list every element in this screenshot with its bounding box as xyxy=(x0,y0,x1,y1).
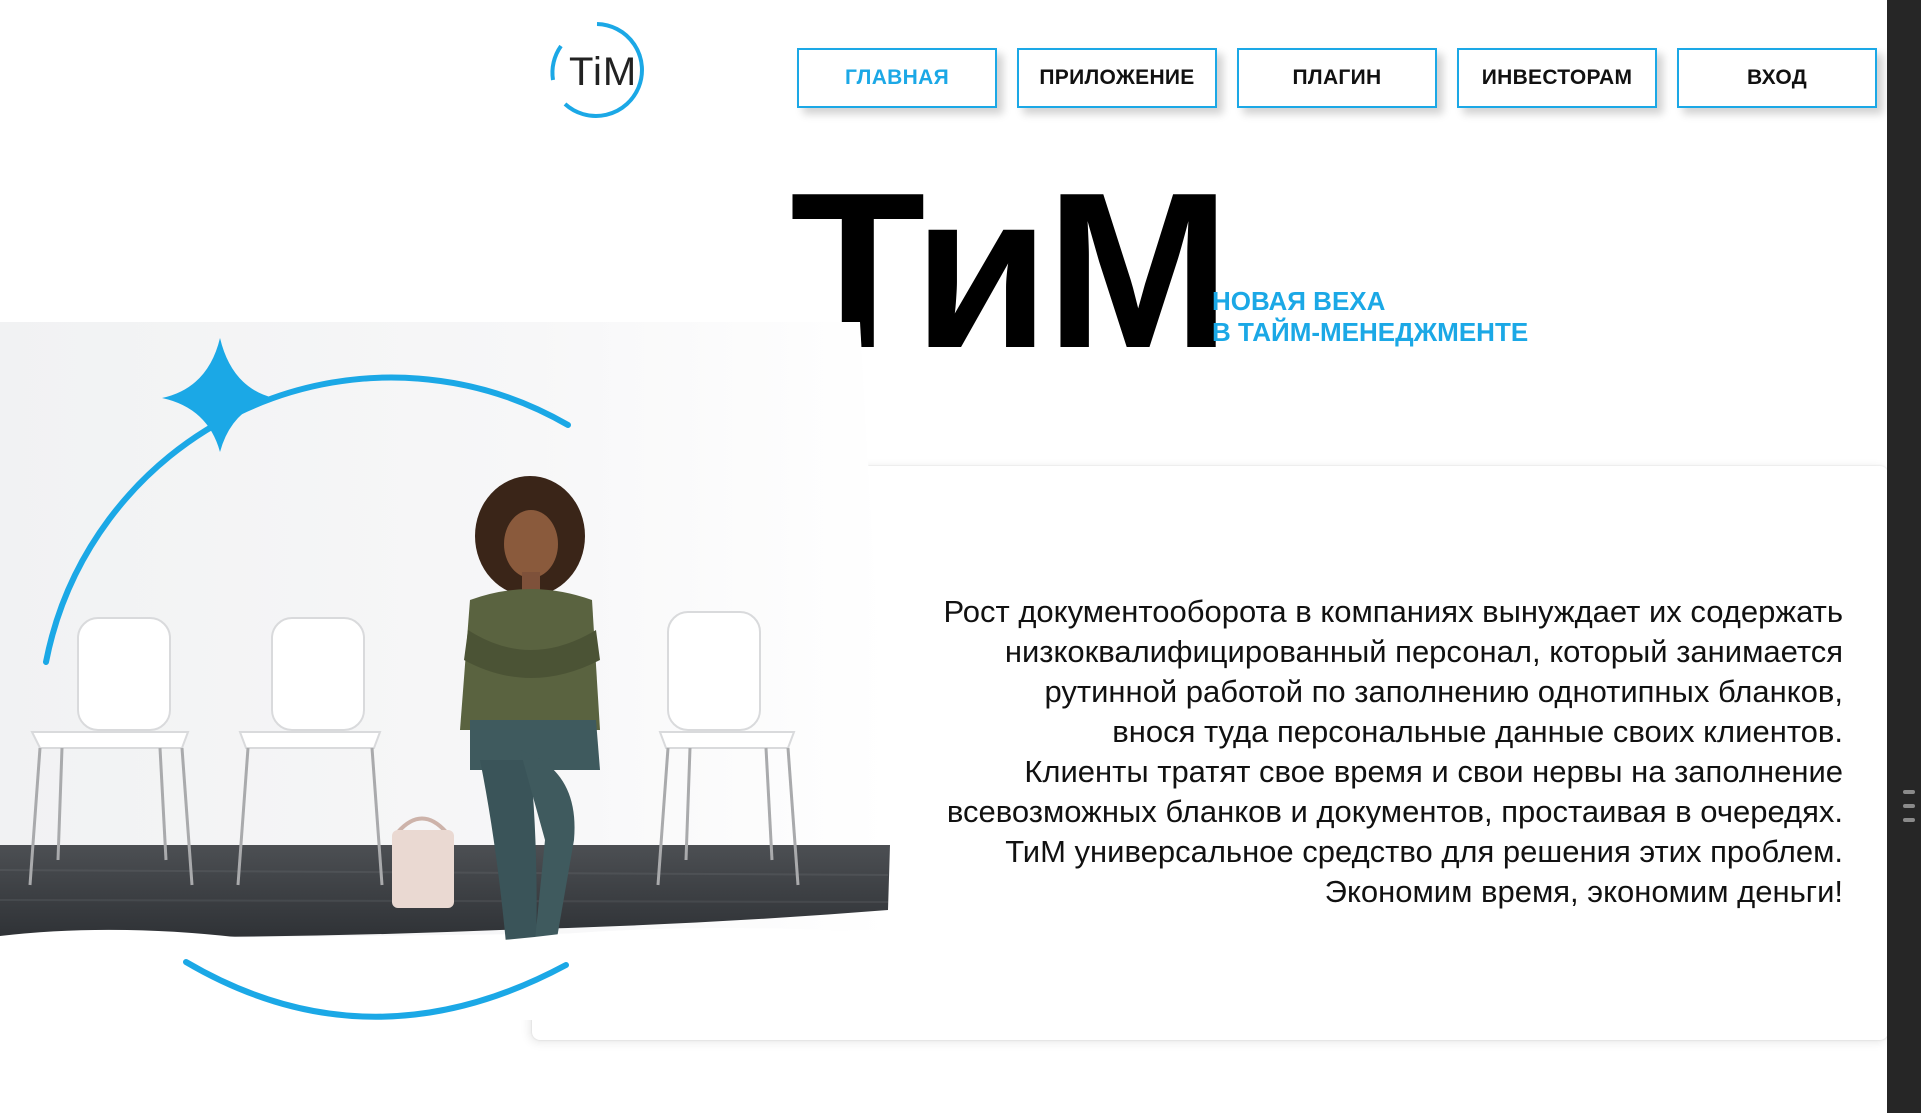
main-nav: ГЛАВНАЯ ПРИЛОЖЕНИЕ ПЛАГИН ИНВЕСТОРАМ ВХО… xyxy=(797,48,1877,108)
hero-subtitle-line-1: НОВАЯ ВЕХА xyxy=(1212,286,1386,316)
nav-plugin-button[interactable]: ПЛАГИН xyxy=(1237,48,1437,108)
landing-page: TiM ГЛАВНАЯ ПРИЛОЖЕНИЕ ПЛАГИН ИНВЕСТОРАМ… xyxy=(0,0,1921,1113)
scroll-handle[interactable] xyxy=(1903,780,1915,850)
info-line: низкоквалифицированный персонал, который… xyxy=(1004,634,1843,669)
hero-illustration xyxy=(0,300,900,1020)
hero-subtitle-line-2: В ТАЙМ-МЕНЕДЖМЕНТЕ xyxy=(1212,317,1529,347)
nav-app-button[interactable]: ПРИЛОЖЕНИЕ xyxy=(1017,48,1217,108)
info-line: рутинной работой по заполнению однотипны… xyxy=(1044,674,1843,709)
logo-text: TiM xyxy=(569,50,638,94)
info-line: ТиМ универсальное средство для решения э… xyxy=(1005,834,1843,869)
hero-subtitle: НОВАЯ ВЕХА В ТАЙМ-МЕНЕДЖМЕНТЕ xyxy=(1212,286,1528,348)
waiting-room-illustration xyxy=(0,322,900,1020)
info-line: Рост документооборота в компаниях вынужд… xyxy=(943,594,1843,629)
brand-logo[interactable]: TiM xyxy=(545,18,650,123)
info-line: всевозможных бланков и документов, прост… xyxy=(946,794,1843,829)
nav-login-button[interactable]: ВХОД xyxy=(1677,48,1877,108)
browser-edge xyxy=(1887,0,1921,1113)
nav-home-button[interactable]: ГЛАВНАЯ xyxy=(797,48,997,108)
info-line: Клиенты тратят свое время и свои нервы н… xyxy=(1024,754,1843,789)
info-card-text: Рост документооборота в компаниях вынужд… xyxy=(903,592,1843,912)
nav-investors-button[interactable]: ИНВЕСТОРАМ xyxy=(1457,48,1657,108)
info-line: внося туда персональные данные своих кли… xyxy=(1112,714,1843,749)
info-line: Экономим время, экономим деньги! xyxy=(1324,874,1843,909)
